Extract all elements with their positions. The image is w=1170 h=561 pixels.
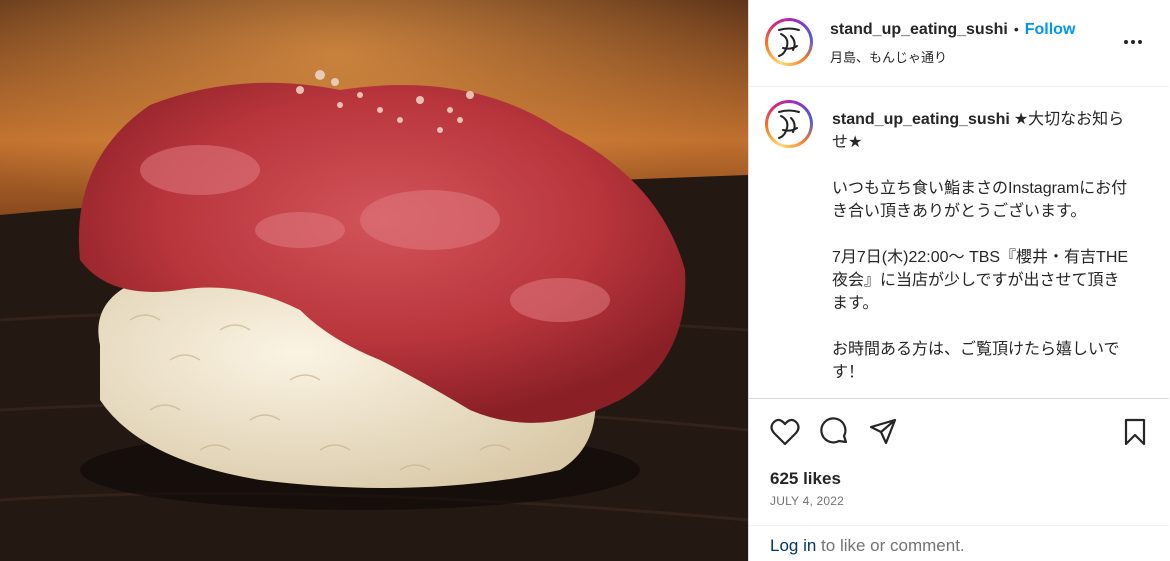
bookmark-icon[interactable] (1119, 416, 1151, 448)
heart-icon[interactable] (769, 416, 801, 448)
post-header: stand_up_eating_sushi • Follow 月島、もんじゃ通り (749, 0, 1169, 87)
more-horizontal-icon[interactable] (1121, 30, 1145, 54)
share-icon[interactable] (867, 416, 899, 448)
login-bar: Log in to like or comment. (749, 525, 1169, 561)
store-logo-icon (778, 109, 800, 139)
location-link[interactable]: 月島、もんじゃ通り (830, 47, 947, 66)
action-bar: 625 likes JULY 4, 2022 Log in to like or… (749, 398, 1169, 561)
header-user-line: stand_up_eating_sushi • Follow (830, 21, 1075, 39)
post-date[interactable]: JULY 4, 2022 (770, 494, 844, 508)
avatar[interactable] (765, 18, 813, 66)
caption-avatar[interactable] (765, 100, 813, 148)
login-rest: to like or comment. (816, 536, 965, 555)
header-username[interactable]: stand_up_eating_sushi (830, 21, 1008, 38)
comment-icon[interactable] (819, 416, 851, 448)
sushi-photo (0, 0, 748, 561)
login-prompt: Log in to like or comment. (770, 536, 965, 556)
post-side-panel: stand_up_eating_sushi • Follow 月島、もんじゃ通り s… (748, 0, 1170, 561)
follow-button[interactable]: Follow (1025, 21, 1076, 38)
store-logo-icon (778, 27, 800, 57)
login-link[interactable]: Log in (770, 536, 816, 555)
caption-username[interactable]: stand_up_eating_sushi (832, 111, 1010, 128)
caption-area: stand_up_eating_sushi ★大切なお知らせ★ いつも立ち食い鮨ま… (749, 88, 1169, 398)
likes-count[interactable]: 625 likes (770, 469, 841, 489)
caption-body: ★大切なお知らせ★ いつも立ち食い鮨まさのInstagramにお付き合い頂きあり… (832, 111, 1129, 381)
separator-dot: • (1013, 21, 1019, 37)
post-photo[interactable] (0, 0, 748, 561)
caption-text: stand_up_eating_sushi ★大切なお知らせ★ いつも立ち食い鮨ま… (832, 108, 1132, 384)
